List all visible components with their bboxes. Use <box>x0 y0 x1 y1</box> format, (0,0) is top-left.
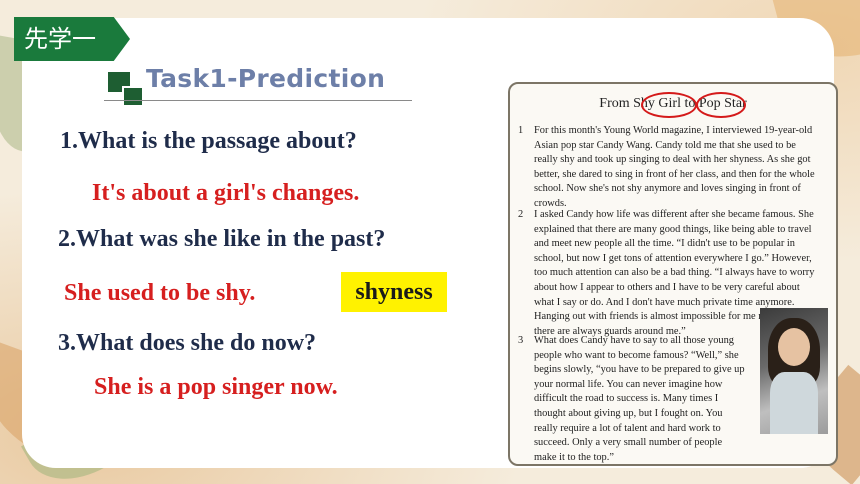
photo-face <box>778 328 810 366</box>
circle-annotation <box>696 92 746 118</box>
paragraph-text: What does Candy have to say to all those… <box>534 335 745 463</box>
task-title: Task1-Prediction <box>146 64 386 93</box>
question-3: 3.What does she do now? <box>58 330 317 356</box>
singer-photo <box>760 308 828 434</box>
answer-2: She used to be shy. <box>64 280 256 306</box>
textbook-passage: From Shy Girl to Pop Star 1 For this mon… <box>508 82 838 466</box>
paragraph-number: 3 <box>518 335 524 346</box>
answer-3: She is a pop singer now. <box>94 374 338 400</box>
paragraph-text: For this month's Young World magazine, I… <box>534 125 815 209</box>
paragraph-number: 2 <box>518 209 524 220</box>
question-2: 2.What was she like in the past? <box>58 226 386 252</box>
paragraph-number: 1 <box>518 125 524 136</box>
circle-annotation <box>641 92 697 118</box>
question-1: 1.What is the passage about? <box>60 128 357 154</box>
square-icon <box>122 86 144 107</box>
highlighted-word: shyness <box>341 272 447 312</box>
answer-1: It's about a girl's changes. <box>92 180 360 206</box>
section-tag: 先学一 <box>14 17 130 61</box>
photo-body <box>770 372 818 434</box>
title-underline <box>104 100 412 101</box>
passage-paragraph: 3 What does Candy have to say to all tho… <box>518 334 746 465</box>
passage-paragraph: 1 For this month's Young World magazine,… <box>518 124 822 212</box>
